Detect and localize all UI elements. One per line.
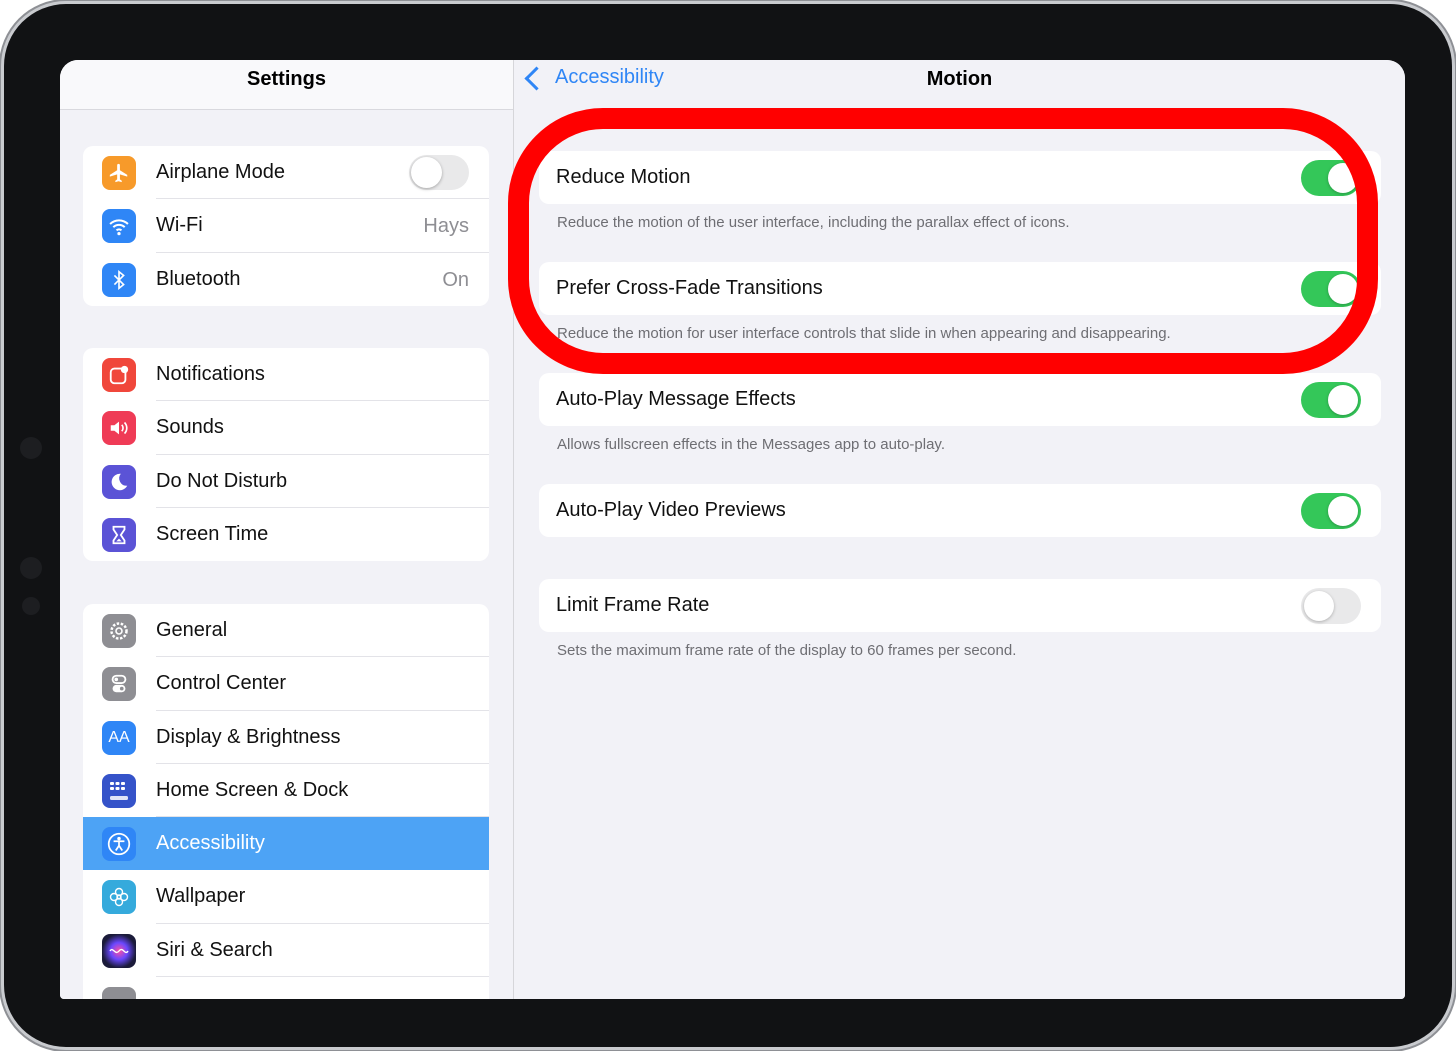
auto-play-video-previews-toggle[interactable] xyxy=(1301,493,1361,529)
screen: Settings Airplane Mode Wi-Fi Hays Blueto… xyxy=(60,60,1405,999)
sidebar-item-label: Sounds xyxy=(156,416,224,439)
moon-icon xyxy=(102,464,136,499)
sidebar-item-label: Siri & Search xyxy=(156,938,273,961)
reduce-motion-row: Reduce Motion xyxy=(539,151,1381,204)
sidebar-item-label: Accessibility xyxy=(156,832,265,855)
cross-fade-transitions-toggle[interactable] xyxy=(1301,271,1361,307)
reduce-motion-toggle[interactable] xyxy=(1301,160,1361,196)
sidebar-item-label: Wallpaper xyxy=(156,885,246,908)
airplane-mode-toggle[interactable] xyxy=(409,155,469,190)
sounds-icon xyxy=(102,411,136,446)
sidebar-item-airplane-mode[interactable]: Airplane Mode xyxy=(83,146,489,200)
limit-frame-rate-row: Limit Frame Rate xyxy=(539,579,1381,632)
control-center-icon xyxy=(102,667,136,702)
auto-play-message-effects-toggle[interactable] xyxy=(1301,382,1361,418)
sensor xyxy=(22,597,40,615)
sidebar-item-label: Home Screen & Dock xyxy=(156,778,349,801)
page-title: Motion xyxy=(926,68,993,90)
sidebar-item-notifications[interactable]: Notifications xyxy=(83,348,489,402)
sensor xyxy=(20,557,42,579)
sidebar-header: Settings xyxy=(60,60,513,110)
accessibility-icon xyxy=(102,827,136,862)
auto-play-message-effects-row: Auto-Play Message Effects xyxy=(539,373,1381,426)
sidebar-item-control-center[interactable]: Control Center xyxy=(83,657,489,711)
sidebar-item-do-not-disturb[interactable]: Do Not Disturb xyxy=(83,455,489,508)
toggle-knob xyxy=(1328,163,1358,193)
sidebar-item-siri-search[interactable]: Siri & Search xyxy=(83,924,489,978)
hourglass-icon xyxy=(102,517,136,552)
sidebar-item-display-brightness[interactable]: AA Display & Brightness xyxy=(83,711,489,764)
setting-label: Auto-Play Message Effects xyxy=(556,388,796,410)
sidebar-group-notifications: Notifications Sounds Do Not Disturb Scre… xyxy=(83,348,489,562)
motion-detail-pane: Accessibility Motion Reduce Motion Reduc… xyxy=(514,60,1405,999)
sidebar-item-home-screen-dock[interactable]: Home Screen & Dock xyxy=(83,764,489,818)
sidebar-item-general[interactable]: General xyxy=(83,604,489,658)
sidebar-item-partial[interactable] xyxy=(83,977,489,999)
sidebar-item-label: Do Not Disturb xyxy=(156,469,288,492)
sidebar-item-bluetooth[interactable]: Bluetooth On xyxy=(83,253,489,306)
sidebar-item-wifi[interactable]: Wi-Fi Hays xyxy=(83,199,489,253)
sidebar-item-label: Control Center xyxy=(156,672,287,695)
toggle-knob xyxy=(411,157,442,188)
toggle-knob xyxy=(1328,496,1358,526)
detail-header: Accessibility Motion xyxy=(514,60,1405,109)
wallpaper-icon xyxy=(102,880,136,915)
sidebar-item-label: Bluetooth xyxy=(156,267,241,290)
sidebar-item-label: Notifications xyxy=(156,363,265,385)
sidebar-item-wallpaper[interactable]: Wallpaper xyxy=(83,870,489,924)
settings-sidebar: Settings Airplane Mode Wi-Fi Hays Blueto… xyxy=(60,60,514,999)
wifi-icon xyxy=(102,209,136,244)
setting-label: Auto-Play Video Previews xyxy=(556,499,786,521)
sidebar-item-sounds[interactable]: Sounds xyxy=(83,401,489,455)
airplane-icon xyxy=(102,156,136,190)
sidebar-item-label: Airplane Mode xyxy=(156,161,285,183)
siri-icon xyxy=(102,933,136,968)
sidebar-item-label: General xyxy=(156,619,228,641)
home-screen-icon xyxy=(102,773,136,808)
pencil-icon xyxy=(102,987,136,999)
bluetooth-icon xyxy=(102,262,136,297)
setting-footer: Sets the maximum frame rate of the displ… xyxy=(557,642,1017,659)
toggle-knob xyxy=(1328,385,1358,415)
notifications-icon xyxy=(102,358,136,392)
bluetooth-status-value: On xyxy=(442,268,469,291)
setting-footer: Allows fullscreen effects in the Message… xyxy=(557,436,945,453)
wifi-network-value: Hays xyxy=(423,215,469,238)
setting-footer: Reduce the motion of the user interface,… xyxy=(557,214,1070,231)
setting-label: Limit Frame Rate xyxy=(556,594,710,616)
auto-play-video-previews-row: Auto-Play Video Previews xyxy=(539,484,1381,537)
ipad-frame: Settings Airplane Mode Wi-Fi Hays Blueto… xyxy=(4,4,1452,1047)
cross-fade-transitions-row: Prefer Cross-Fade Transitions xyxy=(539,262,1381,315)
sidebar-item-label: Display & Brightness xyxy=(156,725,341,748)
sidebar-item-screen-time[interactable]: Screen Time xyxy=(83,508,489,561)
front-camera xyxy=(20,437,42,459)
setting-label: Reduce Motion xyxy=(556,166,691,188)
display-icon: AA xyxy=(102,720,136,755)
toggle-knob xyxy=(1328,274,1358,304)
sidebar-title: Settings xyxy=(247,68,326,90)
toggle-knob xyxy=(1304,591,1334,621)
limit-frame-rate-toggle[interactable] xyxy=(1301,588,1361,624)
sidebar-item-label: Wi-Fi xyxy=(156,214,203,237)
sidebar-group-connectivity: Airplane Mode Wi-Fi Hays Bluetooth On xyxy=(83,146,489,306)
gear-icon xyxy=(102,614,136,648)
sidebar-item-label: Screen Time xyxy=(156,522,269,545)
sidebar-group-general: General Control Center AA Display & Brig… xyxy=(83,604,489,999)
setting-label: Prefer Cross-Fade Transitions xyxy=(556,277,823,299)
sidebar-item-accessibility[interactable]: Accessibility xyxy=(83,817,489,871)
setting-footer: Reduce the motion for user interface con… xyxy=(557,325,1171,342)
